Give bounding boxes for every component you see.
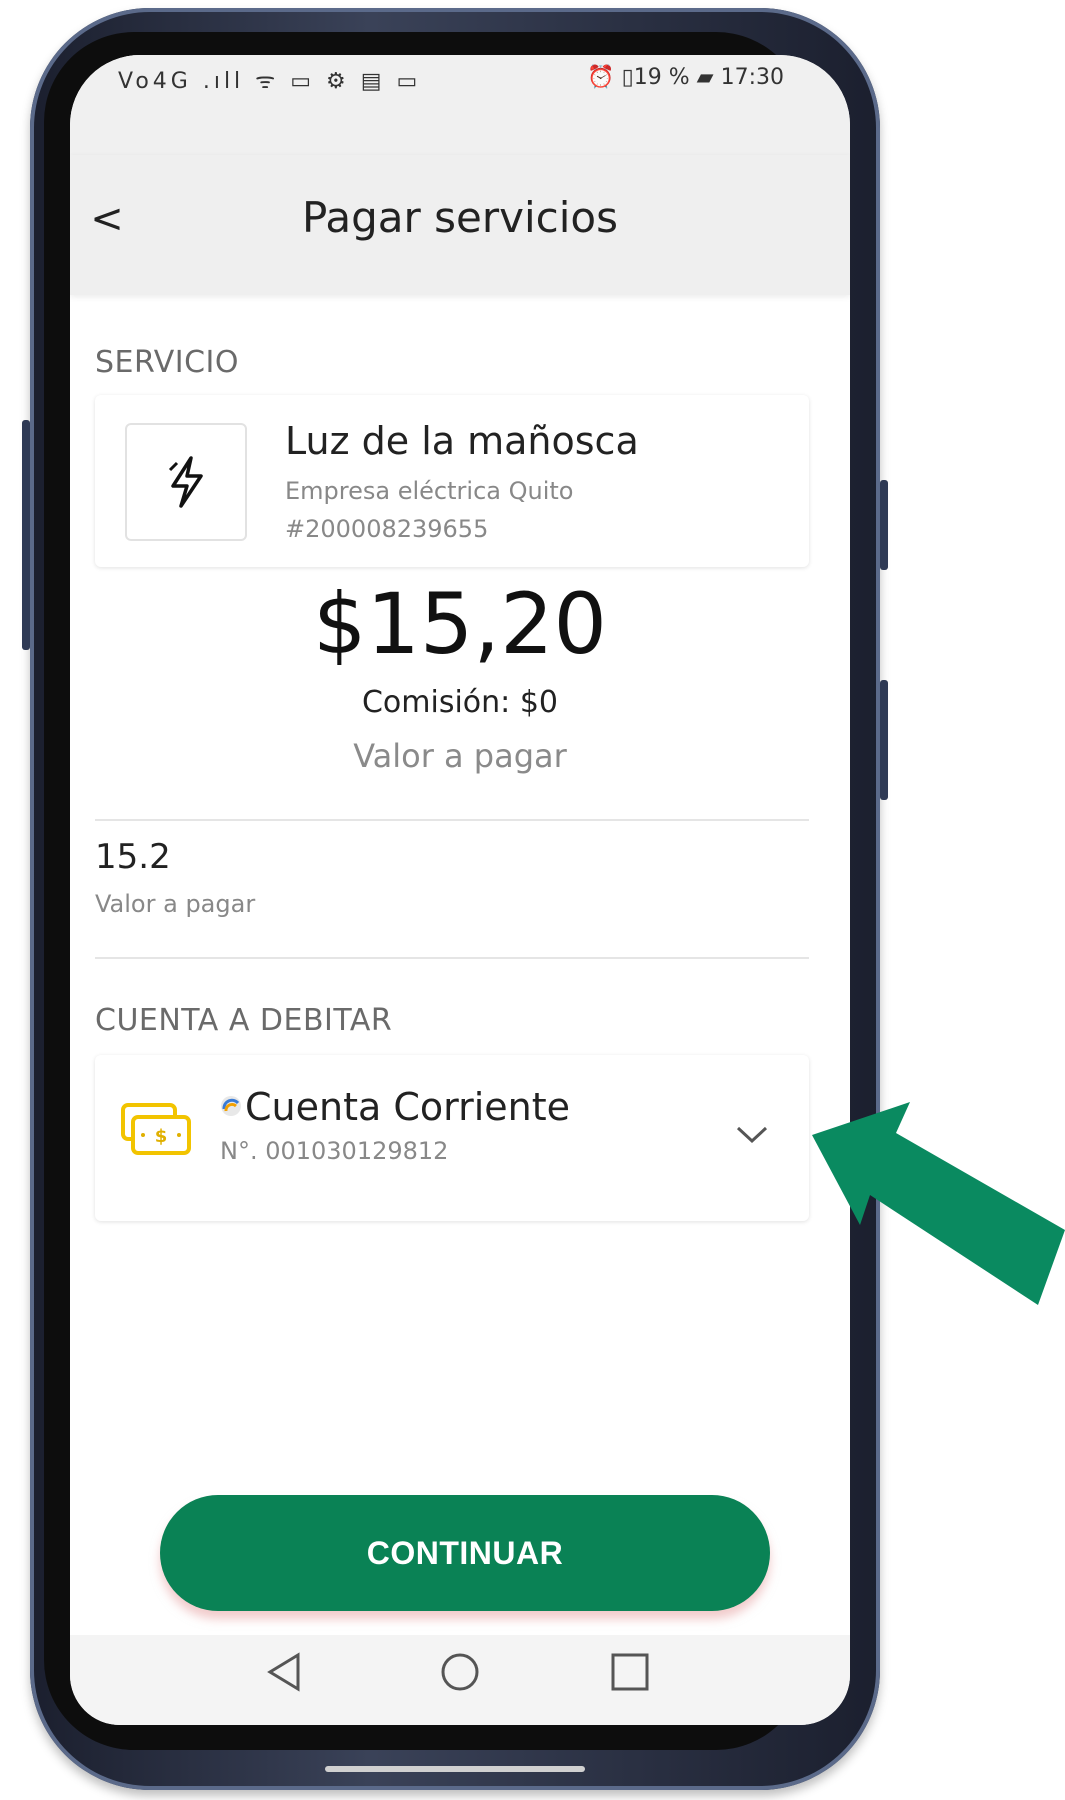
- nav-back-icon[interactable]: [260, 1647, 310, 1697]
- power-button: [880, 480, 888, 570]
- amount-caption: Valor a pagar: [353, 737, 567, 775]
- android-nav-bar: [70, 1635, 850, 1725]
- value-field-label: Valor a pagar: [95, 890, 256, 918]
- payment-amount: $15,20: [313, 575, 607, 673]
- commission-text: Comisión: $0: [361, 685, 558, 720]
- bank-logo-icon: [221, 1096, 241, 1116]
- value-field-input[interactable]: 15.2: [95, 837, 171, 877]
- side-button: [880, 680, 888, 800]
- service-number: #200008239655: [285, 515, 489, 543]
- account-section-label: CUENTA A DEBITAR: [95, 1003, 393, 1038]
- annotation-arrow-icon: [812, 1102, 1065, 1305]
- lightning-icon: [168, 456, 203, 508]
- service-name: Luz de la mañosca: [285, 419, 639, 463]
- divider: [95, 957, 809, 959]
- service-section-label: SERVICIO: [95, 345, 239, 380]
- nav-recents-icon[interactable]: [605, 1647, 655, 1697]
- divider: [95, 819, 809, 821]
- app-bar: < Pagar servicios: [70, 155, 850, 295]
- home-indicator: [325, 1766, 585, 1772]
- service-company: Empresa eléctrica Quito: [285, 477, 574, 505]
- nav-home-icon[interactable]: [435, 1647, 485, 1697]
- account-selector[interactable]: $ Cuenta Corriente N°. 001030129812: [95, 1055, 809, 1221]
- status-time-battery: ⏰ ▯19 % ▰ 17:30: [587, 65, 784, 90]
- account-name: Cuenta Corriente: [245, 1085, 571, 1129]
- page-title: Pagar servicios: [301, 193, 619, 242]
- status-bar: Vo4G .ıll ᯤ ▭ ⚙ ▤ ▭ ⏰ ▯19 % ▰ 17:30: [70, 55, 850, 155]
- continue-button[interactable]: CONTINUAR: [160, 1495, 770, 1611]
- chevron-down-icon[interactable]: [735, 1125, 769, 1145]
- service-icon-box: [125, 423, 247, 541]
- volume-button: [22, 420, 30, 650]
- svg-text:$: $: [155, 1126, 168, 1147]
- service-card: Luz de la mañosca Empresa eléctrica Quit…: [95, 395, 809, 567]
- money-icon: $: [121, 1103, 191, 1155]
- account-number: N°. 001030129812: [220, 1137, 449, 1165]
- app-screen: Vo4G .ıll ᯤ ▭ ⚙ ▤ ▭ ⏰ ▯19 % ▰ 17:30 < Pa…: [70, 55, 850, 1725]
- status-icons: Vo4G .ıll ᯤ ▭ ⚙ ▤ ▭: [118, 69, 422, 94]
